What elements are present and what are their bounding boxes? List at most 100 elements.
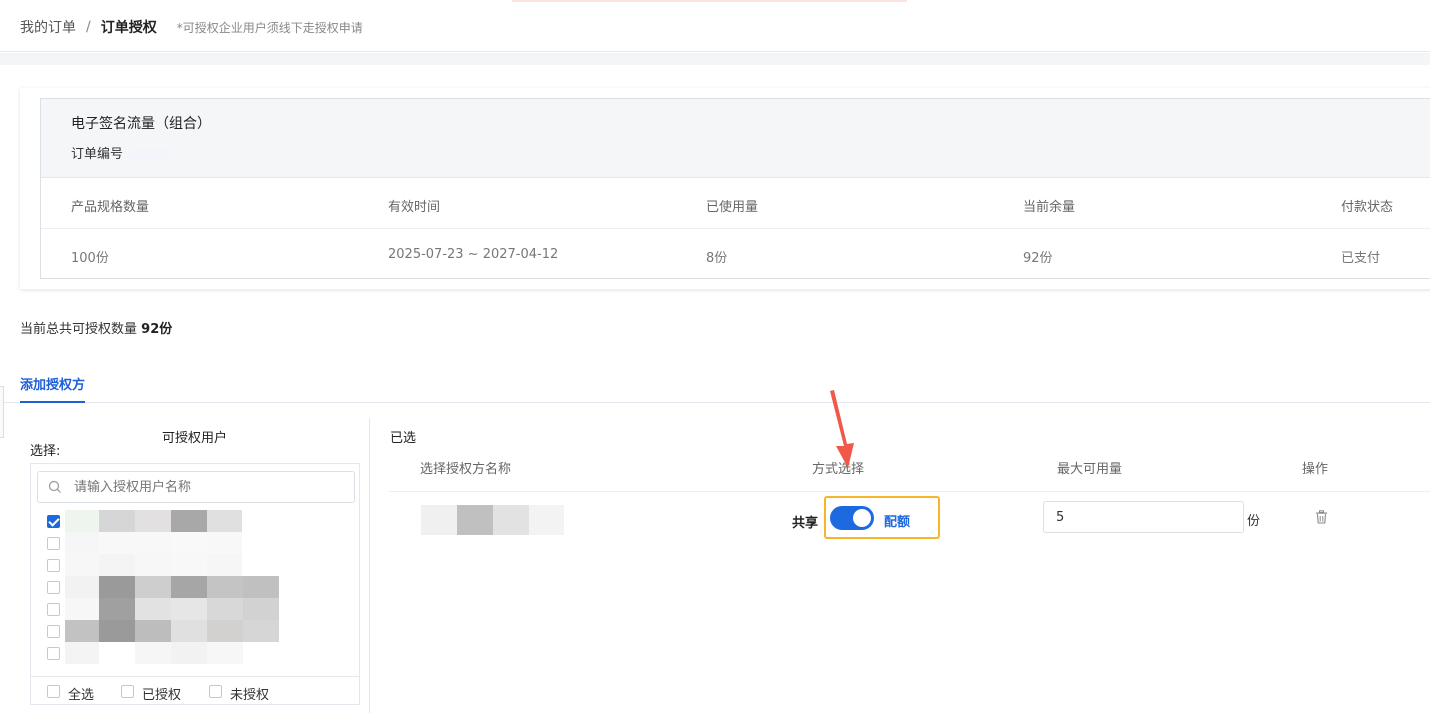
user-checkbox[interactable] [47,581,60,594]
mode-share-label: 共享 [792,516,819,531]
authorizable-users-panel: 可授权用户 选择: 全选 已授权 未授权 [0,418,370,713]
redacted-user-name-block [207,642,243,664]
redacted-user-name-block [99,620,135,642]
redacted-user-name-block [135,576,171,598]
authorized-checkbox[interactable] [121,685,134,698]
top-decor-bar [512,0,907,2]
redacted-user-name-block [135,532,171,554]
redacted-user-name-block [135,620,171,642]
col-spec-quantity: 产品规格数量 [71,200,150,215]
breadcrumb-note: *可授权企业用户须线下走授权申请 [176,20,363,35]
redacted-user-name-block [99,598,135,620]
redacted-user-name-block [171,598,207,620]
tab-bar: 添加授权方 [0,372,1430,403]
cell-payment-status: 已支付 [1341,251,1381,266]
redacted-user-name-block [99,554,135,576]
redacted-user-name-block [135,510,171,532]
redacted-user-name-block [207,554,242,576]
choose-label: 选择: [30,444,61,459]
redacted-block [493,505,529,535]
cell-used: 8份 [706,251,728,266]
select-all-checkbox[interactable] [47,685,60,698]
user-checkbox[interactable] [47,537,60,550]
breadcrumb: 我的订单 / 订单授权 *可授权企业用户须线下走授权申请 [20,17,363,37]
redacted-user-name-block [243,620,279,642]
user-checkbox[interactable] [47,625,60,638]
redacted-block [457,505,493,535]
col-actions: 操作 [1302,462,1329,477]
redacted-user-name-block [243,576,279,598]
unauthorized-label[interactable]: 未授权 [230,684,269,703]
redacted-user-name-block [65,598,99,620]
order-card-header: 电子签名流量（组合） 订单编号 [41,99,1430,178]
redacted-user-name-block [171,554,207,576]
redacted-user-name-block [135,598,171,620]
user-search-input[interactable] [74,478,344,496]
order-number-label: 订单编号 [71,147,124,162]
redacted-user-name-block [65,510,99,532]
redacted-user-name-block [65,532,99,554]
redacted-user-name-block [65,576,99,598]
mode-quota-label: 配额 [884,515,911,530]
user-checkbox[interactable] [47,647,60,660]
authorized-label[interactable]: 已授权 [142,684,181,703]
select-all-label[interactable]: 全选 [68,684,94,703]
user-search-box[interactable] [37,471,355,503]
selected-title: 已选 [390,431,417,446]
col-valid-period: 有效时间 [388,200,441,215]
col-used: 已使用量 [706,200,759,215]
user-list-box: 全选 已授权 未授权 [30,463,360,705]
red-arrow-icon [830,390,854,468]
order-card-wrapper: 电子签名流量（组合） 订单编号 产品规格数量 有效时间 已使用量 当前余量 付款… [20,88,1430,289]
header-divider [0,53,1430,65]
selected-panel: 已选 选择授权方名称 方式选择 最大可用量 操作 共享 配额 份 [371,418,1430,713]
redacted-user-name-block [243,598,279,620]
redacted-user-name-block [207,510,242,532]
breadcrumb-separator: / [86,19,91,35]
toggle-knob [853,509,871,527]
redacted-user-name-block [135,642,171,664]
cell-spec-quantity: 100份 [71,251,109,266]
cell-valid-period: 2025-07-23 ~ 2027-04-12 [388,247,559,262]
total-value: 92份 [141,322,173,337]
redacted-user-name-block [171,620,207,642]
col-remaining: 当前余量 [1023,200,1076,215]
redacted-user-name-block [207,532,242,554]
order-number: 订单编号 [71,143,170,162]
redacted-user-name-block [99,642,135,664]
product-name: 电子签名流量（组合） [71,116,211,132]
redacted-user-name-block [207,576,243,598]
redacted-user-name-block [65,620,99,642]
redacted-user-name-block [171,642,207,664]
unauthorized-checkbox[interactable] [209,685,222,698]
total-label: 当前总共可授权数量 [20,322,138,337]
redacted-block [421,505,457,535]
total-authorizable: 当前总共可授权数量 92份 [20,318,172,337]
cell-remaining: 92份 [1023,251,1053,266]
mode-toggle-switch[interactable] [830,506,874,530]
user-checkbox[interactable] [47,559,60,572]
redacted-user-name-block [65,642,99,664]
user-checkbox[interactable] [47,603,60,616]
col-payment-status: 付款状态 [1341,200,1394,215]
trash-icon[interactable] [1315,510,1328,524]
order-number-redacted [129,148,170,161]
redacted-user-name-block [171,510,207,532]
col-max-available: 最大可用量 [1057,462,1123,477]
breadcrumb-my-orders[interactable]: 我的订单 [20,17,76,37]
max-available-unit: 份 [1247,514,1261,529]
redacted-user-name-block [65,554,99,576]
col-party-name: 选择授权方名称 [420,462,512,477]
redacted-user-name-block [207,620,243,642]
redacted-user-name-block [171,532,207,554]
breadcrumb-current: 订单授权 [100,20,157,36]
tab-add-authorized-party[interactable]: 添加授权方 [20,374,86,403]
redacted-user-name-block [207,598,243,620]
redacted-user-name-block [99,532,135,554]
authorizable-users-title: 可授权用户 [162,431,228,446]
selected-header-divider [389,491,1430,492]
max-available-input[interactable] [1043,501,1244,533]
redacted-user-name-block [99,510,135,532]
user-checkbox[interactable] [47,515,60,528]
redacted-block [529,505,564,535]
